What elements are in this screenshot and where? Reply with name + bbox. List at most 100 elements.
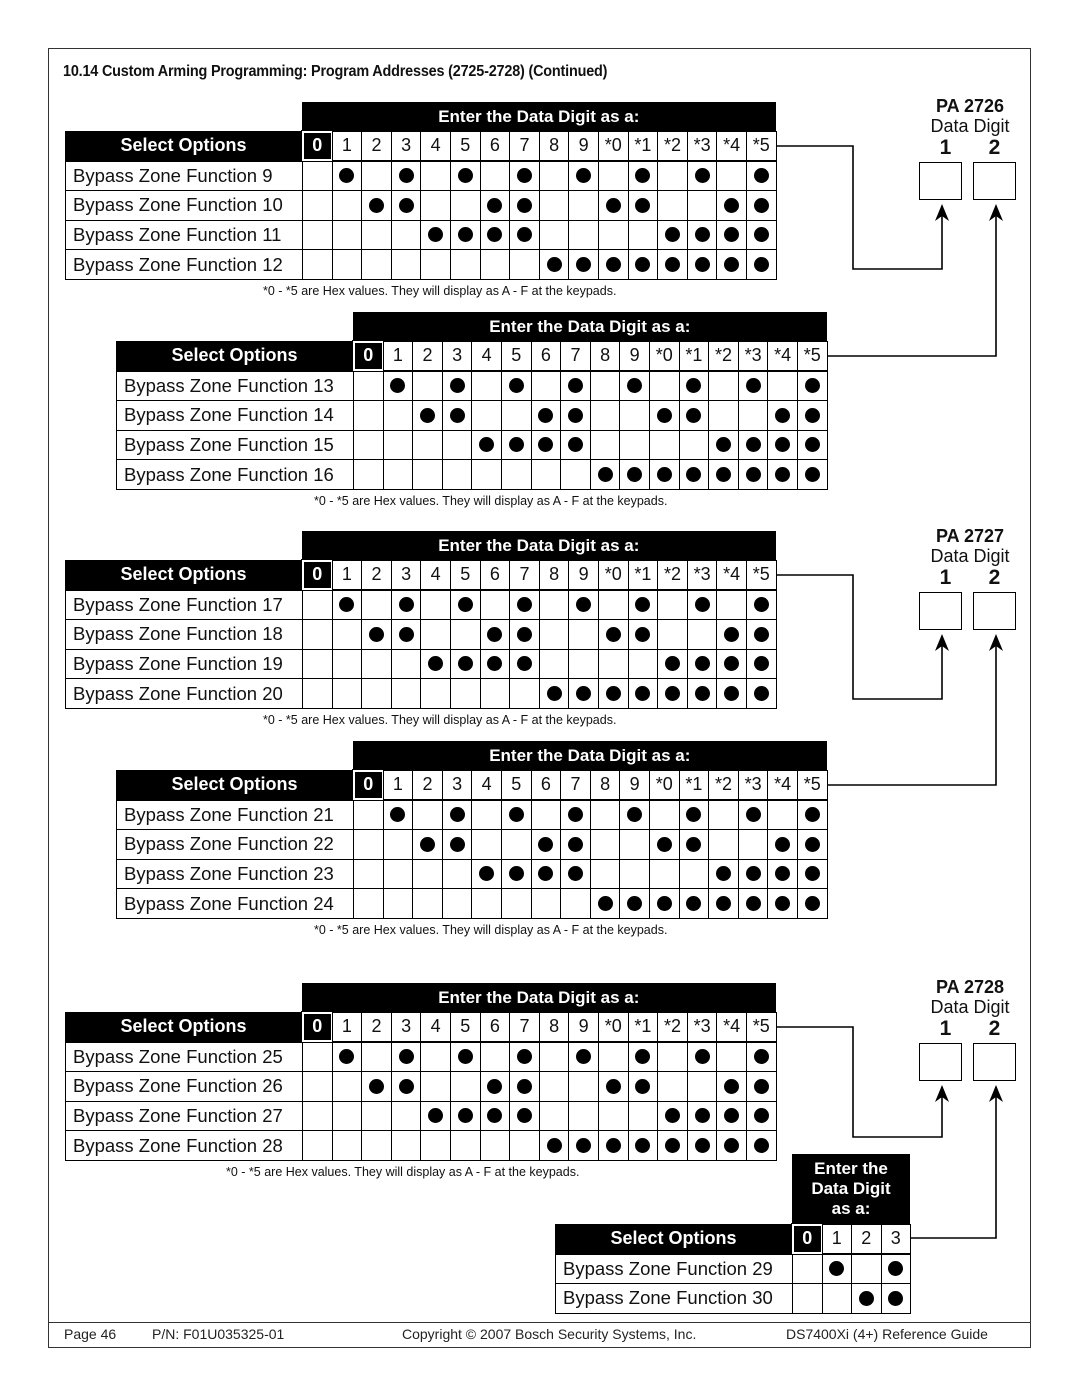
option-cell[interactable] (649, 858, 680, 890)
option-cell[interactable] (420, 1130, 451, 1161)
option-cell[interactable] (530, 400, 562, 431)
option-cell[interactable] (797, 799, 828, 831)
option-cell[interactable] (412, 370, 443, 402)
option-cell[interactable] (353, 858, 384, 890)
option-cell[interactable] (331, 1041, 363, 1073)
option-cell[interactable] (382, 888, 414, 919)
option-cell[interactable] (412, 799, 443, 831)
option-cell[interactable] (568, 160, 599, 192)
option-cell[interactable] (627, 619, 659, 650)
option-cell[interactable] (627, 190, 659, 221)
data-digit-1-box[interactable] (919, 162, 962, 200)
option-cell[interactable] (420, 1041, 451, 1073)
option-cell[interactable] (538, 589, 570, 621)
option-cell[interactable] (538, 190, 570, 221)
option-cell[interactable] (649, 829, 680, 860)
option-cell[interactable] (657, 589, 688, 621)
option-cell[interactable] (678, 459, 710, 490)
option-cell[interactable] (649, 429, 680, 461)
option-cell[interactable] (767, 459, 798, 490)
option-cell[interactable] (420, 1071, 451, 1102)
option-cell[interactable] (568, 249, 599, 280)
option-cell[interactable] (353, 888, 384, 919)
option-cell[interactable] (568, 678, 599, 709)
option-cell[interactable] (479, 1071, 511, 1102)
option-cell[interactable] (390, 1071, 422, 1102)
option-cell[interactable] (331, 249, 363, 280)
option-cell[interactable] (589, 888, 621, 919)
option-cell[interactable] (361, 1130, 392, 1161)
option-cell[interactable] (501, 400, 532, 431)
option-cell[interactable] (331, 648, 363, 680)
option-cell[interactable] (619, 858, 650, 890)
option-cell[interactable] (441, 400, 473, 431)
option-cell[interactable] (538, 219, 570, 251)
option-cell[interactable] (412, 829, 443, 860)
option-cell[interactable] (649, 888, 680, 919)
option-cell[interactable] (568, 589, 599, 621)
option-cell[interactable] (598, 1130, 629, 1161)
option-cell[interactable] (412, 459, 443, 490)
option-cell[interactable] (530, 459, 562, 490)
option-cell[interactable] (501, 799, 532, 831)
option-cell[interactable] (716, 219, 747, 251)
option-cell[interactable] (568, 1130, 599, 1161)
option-cell[interactable] (767, 799, 798, 831)
option-cell[interactable] (441, 829, 473, 860)
option-cell[interactable] (657, 678, 688, 709)
option-cell[interactable] (737, 799, 769, 831)
option-cell[interactable] (716, 1100, 747, 1132)
option-cell[interactable] (382, 858, 414, 890)
option-cell[interactable] (598, 190, 629, 221)
option-cell[interactable] (649, 459, 680, 490)
option-cell[interactable] (619, 400, 650, 431)
option-cell[interactable] (420, 619, 451, 650)
option-cell[interactable] (331, 190, 363, 221)
option-cell[interactable] (479, 589, 511, 621)
option-cell[interactable] (737, 429, 769, 461)
option-cell[interactable] (716, 190, 747, 221)
option-cell[interactable] (302, 160, 333, 192)
option-cell[interactable] (746, 678, 777, 709)
option-cell[interactable] (589, 459, 621, 490)
option-cell[interactable] (767, 858, 798, 890)
option-cell[interactable] (686, 1041, 718, 1073)
option-cell[interactable] (509, 1041, 540, 1073)
option-cell[interactable] (678, 429, 710, 461)
option-cell[interactable] (678, 799, 710, 831)
option-cell[interactable] (471, 370, 502, 402)
option-cell[interactable] (382, 829, 414, 860)
option-cell[interactable] (353, 400, 384, 431)
option-cell[interactable] (302, 219, 333, 251)
option-cell[interactable] (627, 1130, 659, 1161)
option-cell[interactable] (361, 219, 392, 251)
option-cell[interactable] (792, 1283, 823, 1314)
option-cell[interactable] (560, 799, 591, 831)
option-cell[interactable] (589, 858, 621, 890)
option-cell[interactable] (361, 190, 392, 221)
option-cell[interactable] (390, 1041, 422, 1073)
option-cell[interactable] (627, 678, 659, 709)
option-cell[interactable] (390, 648, 422, 680)
option-cell[interactable] (678, 400, 710, 431)
option-cell[interactable] (530, 370, 562, 402)
option-cell[interactable] (420, 1100, 451, 1132)
option-cell[interactable] (302, 1041, 333, 1073)
option-cell[interactable] (767, 888, 798, 919)
option-cell[interactable] (716, 1041, 747, 1073)
option-cell[interactable] (420, 678, 451, 709)
option-cell[interactable] (450, 160, 481, 192)
option-cell[interactable] (649, 799, 680, 831)
option-cell[interactable] (382, 370, 414, 402)
option-cell[interactable] (331, 219, 363, 251)
option-cell[interactable] (390, 1130, 422, 1161)
option-cell[interactable] (412, 429, 443, 461)
option-cell[interactable] (657, 1071, 688, 1102)
option-cell[interactable] (737, 459, 769, 490)
option-cell[interactable] (686, 249, 718, 280)
option-cell[interactable] (560, 858, 591, 890)
option-cell[interactable] (471, 400, 502, 431)
option-cell[interactable] (678, 829, 710, 860)
option-cell[interactable] (530, 858, 562, 890)
option-cell[interactable] (746, 160, 777, 192)
